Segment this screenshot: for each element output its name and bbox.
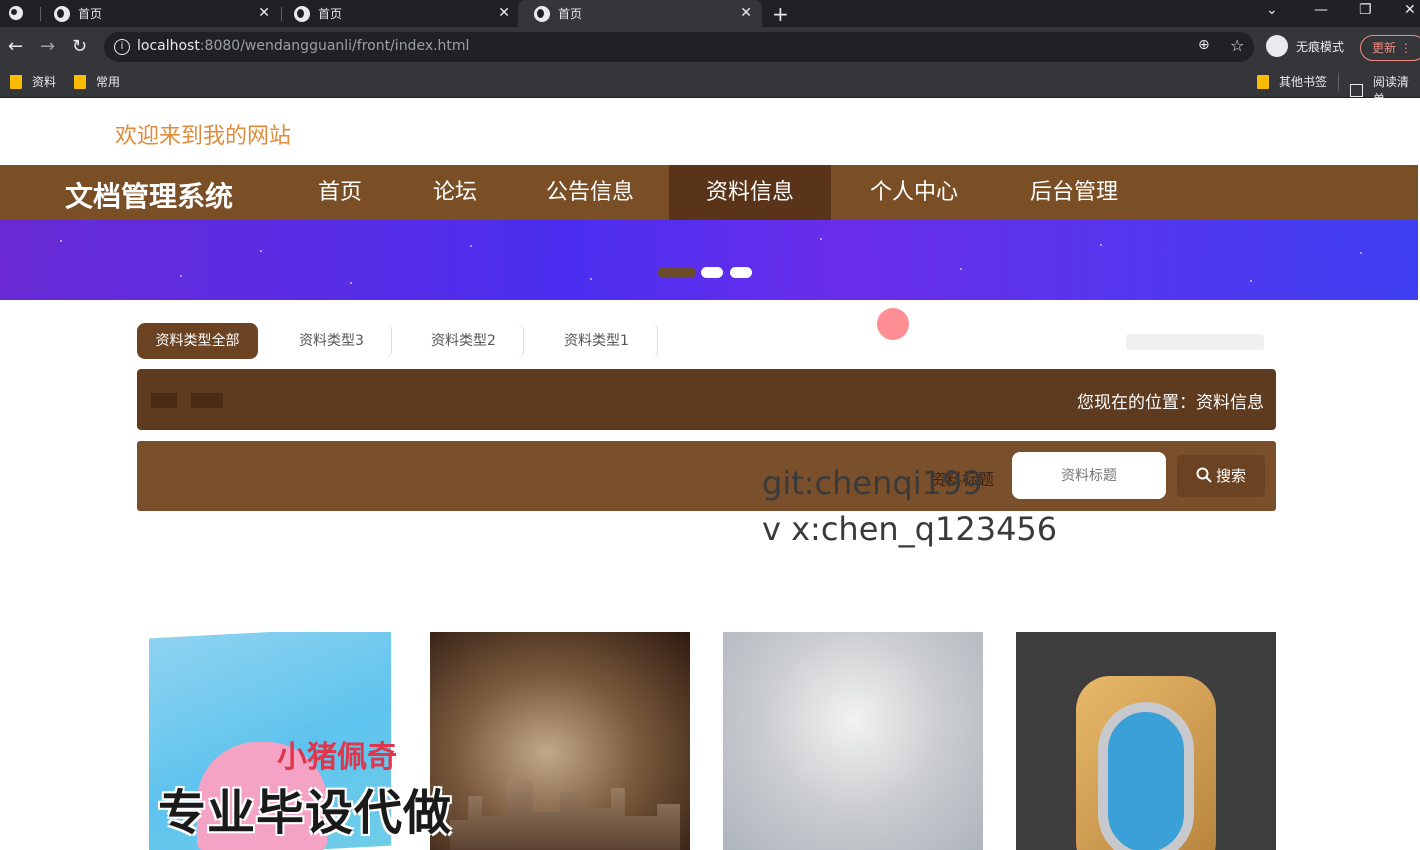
address-bar[interactable]: i localhost:8080/wendangguanli/front/ind…: [104, 32, 1254, 62]
mouse-cursor-highlight: [877, 308, 909, 340]
banner-star: [60, 240, 62, 242]
card-image-ring: [1098, 702, 1194, 850]
breadcrumb-bar: 您现在的位置：资料信息: [137, 369, 1276, 430]
type-tab-all[interactable]: 资料类型全部: [137, 323, 258, 359]
banner-star: [470, 245, 472, 247]
document-card-4[interactable]: [1016, 632, 1276, 850]
incognito-icon: [1266, 35, 1288, 57]
update-button[interactable]: 更新 ⋮: [1360, 35, 1420, 61]
close-icon[interactable]: ✕: [258, 5, 270, 21]
forward-icon[interactable]: →: [40, 36, 55, 57]
bookmark-folder[interactable]: 常用: [74, 73, 120, 90]
tab-title: 首页: [318, 7, 343, 21]
browser-tab-2[interactable]: 首页 ✕: [278, 0, 520, 27]
page-viewport: 欢迎来到我的网站 文档管理系统 首页 论坛 公告信息 资料信息 个人中心 后台管…: [0, 98, 1420, 850]
site-brand[interactable]: 文档管理系统: [65, 175, 233, 215]
nav-forum[interactable]: 论坛: [405, 165, 505, 220]
globe-icon: [534, 5, 550, 22]
close-icon[interactable]: ✕: [740, 5, 752, 21]
main-nav: 文档管理系统 首页 论坛 公告信息 资料信息 个人中心 后台管理: [0, 165, 1418, 220]
nav-notices[interactable]: 公告信息: [520, 165, 660, 220]
browser-app-icon: [8, 5, 24, 25]
nav-profile[interactable]: 个人中心: [844, 165, 984, 220]
nav-home[interactable]: 首页: [290, 165, 390, 220]
card-image: [450, 772, 680, 850]
carousel-dot-active[interactable]: [658, 267, 696, 278]
breadcrumb-location: 您现在的位置：资料信息: [1077, 393, 1264, 413]
overlay-contact-text: git:chenqi199 v x:chen_q123456: [762, 460, 1057, 552]
back-icon[interactable]: ←: [8, 36, 23, 57]
banner-star: [590, 278, 592, 280]
new-tab-icon[interactable]: +: [772, 2, 789, 26]
overlay-line-1: git:chenqi199: [762, 464, 983, 502]
window-close-icon[interactable]: ✕: [1404, 2, 1416, 18]
folder-icon: [10, 74, 22, 89]
nav-admin[interactable]: 后台管理: [1004, 165, 1144, 220]
bookmark-label: 资料: [32, 75, 57, 89]
breadcrumb-block: [191, 393, 223, 408]
folder-icon: [74, 74, 86, 89]
bookmarks-bar: 资料 常用 其他书签 阅读清单: [0, 67, 1420, 106]
search-button[interactable]: 搜索: [1177, 455, 1265, 497]
banner-star: [260, 250, 262, 252]
document-card-2[interactable]: [430, 632, 690, 850]
banner-star: [960, 268, 962, 270]
type-tab-2[interactable]: 资料类型2: [404, 323, 524, 359]
tab-search-icon[interactable]: ⌄: [1266, 2, 1278, 18]
banner-star: [1100, 244, 1102, 246]
close-icon[interactable]: ✕: [498, 5, 510, 21]
browser-tab-1[interactable]: 首页 ✕: [38, 0, 280, 27]
reading-list-icon: [1350, 83, 1363, 97]
browser-tab-3[interactable]: 首页 ✕: [518, 0, 762, 27]
bookmark-star-icon[interactable]: ☆: [1230, 36, 1244, 55]
incognito-indicator[interactable]: 无痕模式: [1266, 35, 1344, 57]
bookmark-label: 常用: [96, 75, 121, 89]
bookmark-label: 其他书签: [1279, 75, 1328, 89]
carousel-banner[interactable]: [0, 220, 1418, 300]
tab-title: 首页: [558, 7, 583, 21]
browser-toolbar: ← → ↻ i localhost:8080/wendangguanli/fro…: [0, 27, 1420, 67]
search-icon: [1196, 467, 1212, 483]
tab-title: 首页: [78, 7, 103, 21]
breadcrumb-block: [151, 393, 177, 408]
incognito-label: 无痕模式: [1296, 39, 1345, 54]
document-card-3[interactable]: [723, 632, 983, 850]
search-panel: 资料标题 搜索: [137, 441, 1276, 511]
overlay-line-2: v x:chen_q123456: [762, 510, 1058, 548]
bookmark-separator: [1338, 73, 1339, 91]
type-tab-1[interactable]: 资料类型1: [536, 323, 658, 359]
card-image-title: 小猪佩奇: [277, 740, 397, 775]
info-icon[interactable]: i: [114, 39, 130, 55]
type-tab-3[interactable]: 资料类型3: [272, 323, 392, 359]
banner-star: [1360, 252, 1362, 254]
carousel-dot[interactable]: [701, 267, 723, 278]
restore-icon[interactable]: ❐: [1359, 2, 1372, 18]
minimize-icon[interactable]: —: [1314, 2, 1328, 18]
zoom-icon[interactable]: ⊕: [1198, 37, 1210, 53]
other-bookmarks[interactable]: 其他书签: [1257, 73, 1327, 90]
banner-star: [1250, 280, 1252, 282]
browser-tab-strip: 首页 ✕ 首页 ✕ 首页 ✕ + ⌄ — ❐ ✕: [0, 0, 1420, 27]
welcome-text: 欢迎来到我的网站: [115, 124, 292, 149]
bookmark-folder[interactable]: 资料: [10, 73, 56, 90]
globe-icon: [54, 5, 70, 22]
search-button-label: 搜索: [1215, 467, 1246, 485]
watermark-text: 专业毕设代做: [158, 785, 453, 841]
reload-icon[interactable]: ↻: [72, 36, 87, 57]
folder-icon: [1257, 74, 1269, 89]
url-text: localhost:8080/wendangguanli/front/index…: [137, 38, 470, 54]
banner-star: [180, 275, 182, 277]
banner-star: [820, 238, 822, 240]
nav-documents[interactable]: 资料信息: [669, 165, 831, 220]
banner-star: [350, 282, 352, 284]
carousel-dot[interactable]: [730, 267, 752, 278]
faded-placeholder: [1126, 334, 1264, 350]
globe-icon: [294, 5, 310, 22]
